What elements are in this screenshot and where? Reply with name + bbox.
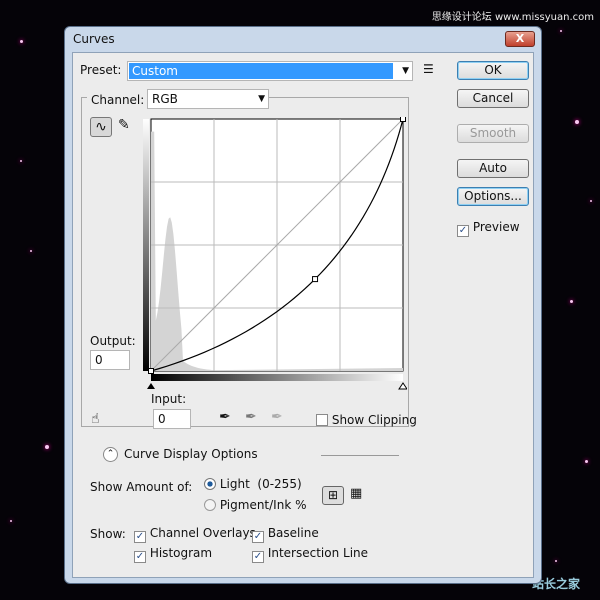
close-button[interactable]: X bbox=[505, 31, 535, 47]
options-button[interactable]: Options... bbox=[457, 187, 529, 206]
curve-tool-icon[interactable]: ∿ bbox=[90, 117, 112, 137]
channel-dropdown[interactable]: RGB ▼ bbox=[147, 89, 269, 109]
radio-pigment[interactable]: Pigment/Ink % bbox=[204, 498, 307, 512]
curves-dialog: Curves X Preset: Custom ▼ ☰ OK Cancel Sm… bbox=[64, 26, 542, 584]
radio-light[interactable]: Light (0-255) bbox=[204, 477, 302, 491]
curve-point bbox=[148, 368, 154, 374]
radio-pigment-label: Pigment/Ink % bbox=[219, 498, 307, 512]
preview-checkbox[interactable]: ✓ Preview bbox=[457, 220, 520, 237]
curve-graph[interactable] bbox=[137, 117, 407, 392]
check-icon: ✓ bbox=[457, 225, 469, 237]
star bbox=[590, 200, 592, 202]
intersection-line-label: Intersection Line bbox=[267, 546, 369, 560]
star bbox=[585, 460, 588, 463]
checkbox-box bbox=[316, 414, 328, 426]
input-field[interactable]: 0 bbox=[153, 409, 191, 429]
output-gradient-bar bbox=[143, 119, 149, 371]
collapse-icon[interactable]: ⌃ bbox=[103, 447, 118, 462]
check-icon: ✓ bbox=[252, 551, 264, 563]
pencil-icon[interactable]: ✎ bbox=[118, 117, 130, 133]
divider bbox=[321, 455, 399, 456]
radio-icon bbox=[204, 499, 216, 511]
black-point-slider bbox=[147, 383, 155, 389]
radio-icon bbox=[204, 478, 216, 490]
output-field[interactable]: 0 bbox=[90, 350, 130, 370]
star bbox=[30, 250, 32, 252]
show-amount-label: Show Amount of: bbox=[90, 480, 193, 494]
hand-adjust-icon[interactable]: ☝ bbox=[91, 411, 100, 427]
simple-grid-icon[interactable]: ⊞ bbox=[322, 486, 344, 505]
preset-options-icon[interactable]: ☰ bbox=[423, 62, 434, 76]
gray-eyedropper-icon[interactable]: ✒ bbox=[245, 409, 257, 425]
white-point-slider bbox=[398, 382, 407, 390]
histogram-label: Histogram bbox=[149, 546, 213, 560]
chevron-down-icon: ▼ bbox=[402, 66, 409, 76]
curve-display-label: Curve Display Options bbox=[124, 447, 258, 461]
radio-light-label: Light (0-255) bbox=[219, 477, 302, 491]
check-icon: ✓ bbox=[252, 531, 264, 543]
input-label: Input: bbox=[151, 392, 187, 406]
output-label: Output: bbox=[90, 334, 136, 348]
dialog-client: Preset: Custom ▼ ☰ OK Cancel Smooth Auto… bbox=[72, 52, 534, 578]
chevron-down-icon: ▼ bbox=[258, 94, 265, 104]
preset-value: Custom bbox=[129, 63, 393, 79]
auto-button[interactable]: Auto bbox=[457, 159, 529, 178]
smooth-button[interactable]: Smooth bbox=[457, 124, 529, 143]
dialog-title: Curves bbox=[73, 32, 115, 46]
show-label: Show: bbox=[90, 527, 126, 541]
baseline-label: Baseline bbox=[267, 526, 319, 540]
channel-label: Channel: bbox=[87, 90, 149, 110]
channel-overlays-checkbox[interactable]: ✓ Channel Overlays bbox=[134, 526, 256, 543]
preview-label: Preview bbox=[472, 220, 520, 234]
channel-overlays-label: Channel Overlays bbox=[149, 526, 256, 540]
ok-button[interactable]: OK bbox=[457, 61, 529, 80]
show-clipping-label: Show Clipping bbox=[331, 413, 417, 427]
baseline-checkbox[interactable]: ✓ Baseline bbox=[252, 526, 319, 543]
star bbox=[555, 560, 557, 562]
star bbox=[45, 445, 49, 449]
star bbox=[10, 520, 12, 522]
histogram-checkbox[interactable]: ✓ Histogram bbox=[134, 546, 212, 563]
watermark-top: 思缘设计论坛 www.missyuan.com bbox=[431, 12, 594, 23]
preset-label: Preset: bbox=[80, 63, 122, 77]
star bbox=[20, 40, 23, 43]
curve-point bbox=[400, 117, 406, 122]
star bbox=[570, 300, 573, 303]
black-eyedropper-icon[interactable]: ✒ bbox=[219, 409, 231, 425]
preset-dropdown[interactable]: Custom ▼ bbox=[127, 61, 413, 81]
star bbox=[20, 160, 22, 162]
star bbox=[575, 120, 579, 124]
check-icon: ✓ bbox=[134, 531, 146, 543]
white-eyedropper-icon[interactable]: ✒ bbox=[271, 409, 283, 425]
star bbox=[560, 30, 562, 32]
show-clipping-checkbox[interactable]: Show Clipping bbox=[316, 413, 417, 427]
intersection-line-checkbox[interactable]: ✓ Intersection Line bbox=[252, 546, 368, 563]
curve-point bbox=[312, 276, 319, 283]
detailed-grid-icon[interactable]: ▦ bbox=[350, 486, 362, 501]
check-icon: ✓ bbox=[134, 551, 146, 563]
channel-value: RGB bbox=[152, 92, 178, 106]
input-gradient-bar bbox=[151, 374, 403, 381]
cancel-button[interactable]: Cancel bbox=[457, 89, 529, 108]
